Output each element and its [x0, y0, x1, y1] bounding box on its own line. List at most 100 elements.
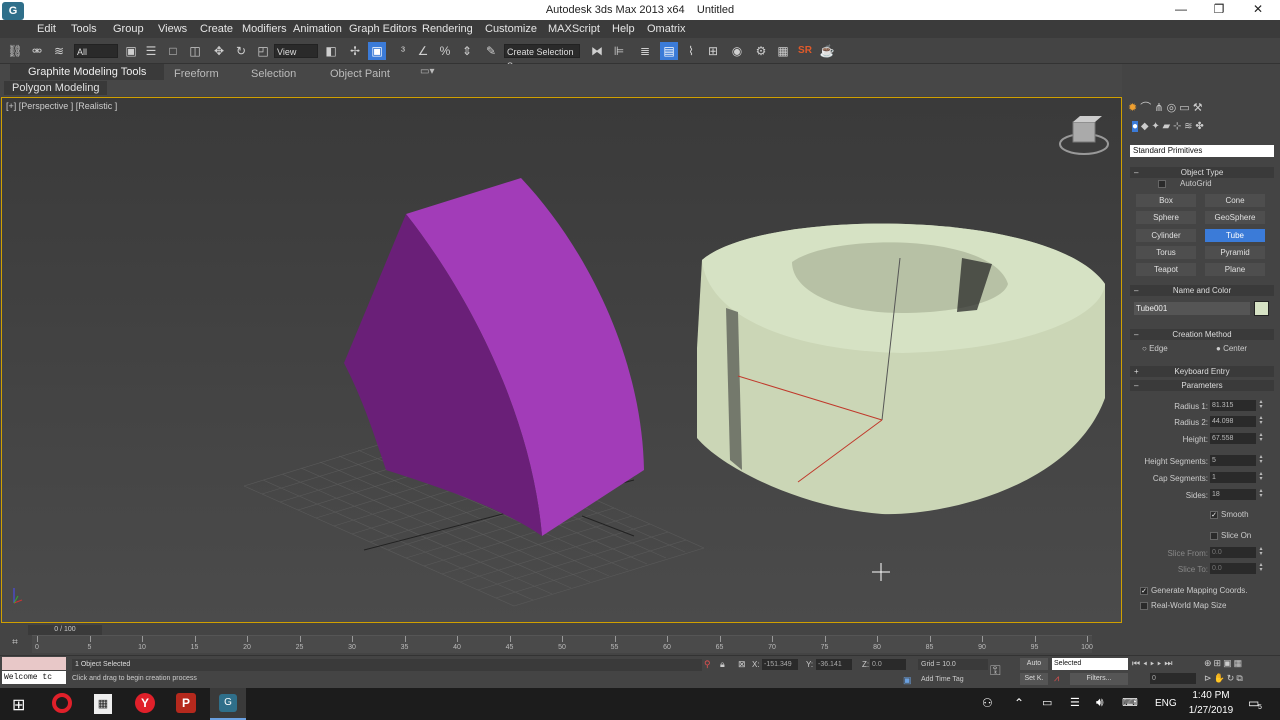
angle-snap-icon[interactable]: ∠ [414, 42, 432, 60]
mini-curve-editor-icon[interactable]: ⌗ [2, 637, 28, 651]
menu-customize[interactable]: Customize [485, 23, 537, 35]
menu-graph-editors[interactable]: Graph Editors [349, 23, 417, 35]
category-dropdown[interactable]: Standard Primitives [1130, 145, 1274, 157]
set-key-button[interactable]: Set K. [1020, 673, 1048, 685]
goto-start-icon[interactable]: ⏮ [1132, 658, 1143, 668]
cap-segments-field[interactable]: 1 [1210, 472, 1256, 483]
height-segments-field[interactable]: 5 [1210, 455, 1256, 466]
menu-help[interactable]: Help [612, 23, 635, 35]
tab-object-paint[interactable]: Object Paint [330, 68, 390, 80]
add-time-tag[interactable]: Add Time Tag [921, 676, 964, 683]
schematic-view-icon[interactable]: ⊞ [704, 42, 722, 60]
current-frame-field[interactable]: 0 [1150, 673, 1196, 684]
gen-mapping-checkbox[interactable]: ✓ [1140, 587, 1148, 595]
language-indicator[interactable]: ENG [1155, 698, 1177, 709]
mirror-icon[interactable]: ⧓ [588, 42, 606, 60]
object-type-rollout[interactable]: – Object Type [1130, 167, 1274, 178]
menu-edit[interactable]: Edit [37, 23, 56, 35]
viewport-label[interactable]: [+] [Perspective ] [Realistic ] [6, 101, 117, 111]
height-segments-spinner[interactable]: ▴ ▾ [1258, 454, 1264, 466]
menu-animation[interactable]: Animation [293, 23, 342, 35]
teapot-button[interactable]: Teapot [1136, 263, 1196, 276]
cameras-icon[interactable]: ▰ [1162, 121, 1170, 132]
object-color-swatch[interactable] [1254, 301, 1269, 316]
presentation-app-icon[interactable]: P [176, 693, 196, 713]
menu-maxscript[interactable]: MAXScript [548, 23, 600, 35]
display-tab-icon[interactable]: ▭ [1179, 102, 1189, 114]
creation-method-rollout[interactable]: – Creation Method [1130, 329, 1274, 340]
motion-tab-icon[interactable]: ◎ [1167, 102, 1177, 114]
menu-create[interactable]: Create [200, 23, 233, 35]
z-coord-field[interactable]: 0.0 [870, 659, 906, 670]
cone-button[interactable]: Cone [1205, 194, 1265, 207]
select-manipulate-icon[interactable]: ✢ [346, 42, 364, 60]
create-tab-icon[interactable]: ✹ [1128, 102, 1137, 114]
menu-rendering[interactable]: Rendering [422, 23, 473, 35]
perspective-viewport[interactable]: [+] [Perspective ] [Realistic ] [1, 97, 1122, 623]
key-filter-dropdown[interactable]: Selected [1052, 658, 1128, 670]
ribbon-options-icon[interactable]: ▭▾ [420, 66, 434, 77]
geometry-icon[interactable]: ● [1132, 121, 1139, 132]
pan-icon[interactable]: ✋ [1214, 673, 1227, 683]
maxscript-listener-top[interactable] [2, 657, 66, 670]
battery-icon[interactable]: ▭ [1042, 696, 1052, 709]
snaps-toggle-icon[interactable]: ³ [394, 42, 412, 60]
utilities-tab-icon[interactable]: ⚒ [1193, 102, 1203, 114]
render-setup-icon[interactable]: ⚙ [752, 42, 770, 60]
maximize-button[interactable]: ❐ [1204, 2, 1234, 16]
windows-start-icon[interactable]: ⊞ [12, 695, 25, 715]
slice-from-spinner[interactable]: ▴ ▾ [1258, 546, 1264, 558]
radius2-spinner[interactable]: ▴ ▾ [1258, 415, 1264, 427]
material-editor-icon[interactable]: ◉ [728, 42, 746, 60]
slice-to-spinner[interactable]: ▴ ▾ [1258, 562, 1264, 574]
modify-tab-icon[interactable]: ⌒ [1140, 102, 1151, 114]
tube-button[interactable]: Tube [1205, 229, 1265, 242]
radius1-field[interactable]: 81.315 [1210, 400, 1256, 411]
percent-snap-icon[interactable]: % [436, 42, 454, 60]
helpers-icon[interactable]: ⊹ [1173, 121, 1181, 132]
graphite-ribbon-toggle-icon[interactable]: ▤ [660, 42, 678, 60]
slice-to-field[interactable]: 0.0 [1210, 563, 1256, 574]
subtab-polygon-modeling[interactable]: Polygon Modeling [4, 81, 108, 95]
pyramid-button[interactable]: Pyramid [1205, 246, 1265, 259]
zoom-extents-icon[interactable]: ▣ [1223, 658, 1234, 668]
key-mode-icon[interactable]: ⩘ [1054, 673, 1059, 684]
unlink-icon[interactable]: ⚮ [28, 42, 46, 60]
3dsmax-taskbar-item[interactable]: G [210, 688, 246, 720]
edit-named-selection-icon[interactable]: ✎ [482, 42, 500, 60]
rect-selection-icon[interactable]: □ [164, 42, 182, 60]
tab-freeform[interactable]: Freeform [174, 68, 219, 80]
edge-radio[interactable]: ○ Edge [1142, 344, 1168, 353]
link-icon[interactable]: ⛓ [6, 42, 24, 60]
clock-date[interactable]: 1/27/2019 [1184, 705, 1238, 716]
isolate-icon[interactable]: ⚲ [704, 659, 711, 670]
shapes-icon[interactable]: ◆ [1141, 121, 1149, 132]
plane-button[interactable]: Plane [1205, 263, 1265, 276]
people-icon[interactable]: ⚇ [982, 696, 993, 710]
menu-modifiers[interactable]: Modifiers [242, 23, 287, 35]
named-selection-set-select[interactable]: Create Selection S [504, 44, 580, 71]
select-by-name-icon[interactable]: ☰ [142, 42, 160, 60]
cap-segments-spinner[interactable]: ▴ ▾ [1258, 471, 1264, 483]
zoom-all-icon[interactable]: ⊞ [1214, 658, 1224, 668]
rendered-frame-window-icon[interactable]: ▦ [774, 42, 792, 60]
window-crossing-icon[interactable]: ◫ [186, 42, 204, 60]
lock-selection-icon[interactable]: 🔒︎ [720, 659, 725, 670]
yandex-icon[interactable]: Y [135, 693, 155, 713]
sr-render-icon[interactable]: SR [796, 42, 814, 60]
time-slider[interactable]: 0 / 100 [28, 625, 102, 635]
volume-icon[interactable]: 🔊︎ [1096, 695, 1104, 710]
object-name-field[interactable]: Tube001 [1134, 302, 1250, 315]
spacewarps-icon[interactable]: ≋ [1184, 121, 1192, 132]
name-color-rollout[interactable]: – Name and Color [1130, 285, 1274, 296]
select-object-icon[interactable]: ▣ [122, 42, 140, 60]
radius2-field[interactable]: 44.098 [1210, 416, 1256, 427]
orbit-icon[interactable]: ↻ [1227, 673, 1237, 683]
hierarchy-tab-icon[interactable]: ⋔ [1154, 102, 1163, 114]
tab-graphite-modeling-tools[interactable]: Graphite Modeling Tools [10, 64, 165, 80]
center-radio[interactable]: ● Center [1216, 344, 1247, 353]
network-icon[interactable]: ☰ [1070, 696, 1080, 709]
height-spinner[interactable]: ▴ ▾ [1258, 432, 1264, 444]
tray-overflow-icon[interactable]: ⌃ [1014, 696, 1024, 710]
sides-field[interactable]: 18 [1210, 489, 1256, 500]
